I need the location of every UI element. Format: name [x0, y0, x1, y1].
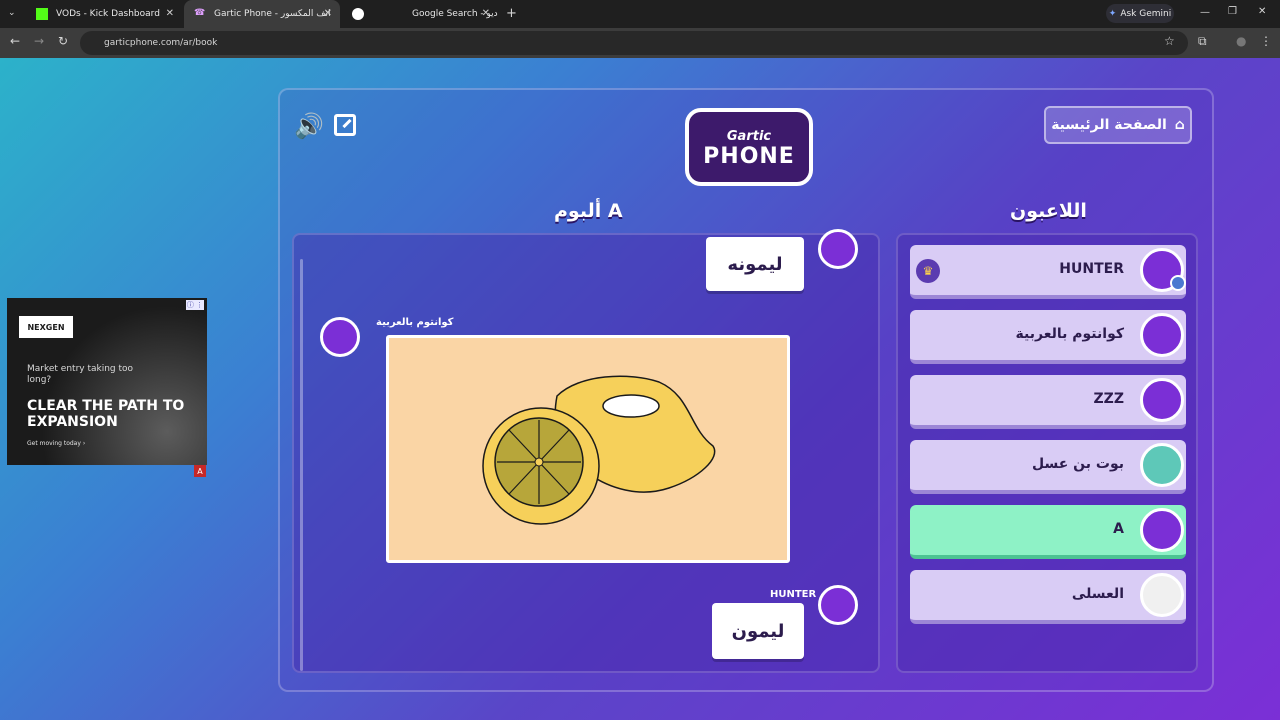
- player-card-active[interactable]: A: [910, 505, 1186, 559]
- reload-icon[interactable]: ↻: [58, 34, 68, 48]
- guess-bubble: ليمون: [712, 603, 804, 659]
- album-scrollbar[interactable]: [300, 259, 303, 671]
- player-card[interactable]: ZZZ: [910, 375, 1186, 429]
- kick-icon: [36, 8, 48, 20]
- google-icon: [352, 8, 364, 20]
- menu-icon[interactable]: ⋮: [1260, 34, 1272, 48]
- avatar: [1140, 508, 1184, 552]
- guess-author: HUNTER: [770, 589, 817, 600]
- home-button[interactable]: الصفحة الرئيسية ⌂: [1044, 106, 1192, 144]
- ad-badge-icon: A: [194, 465, 206, 477]
- tab-gartic[interactable]: ☎ Gartic Phone - الهاتف المكسور ✕: [184, 0, 340, 28]
- drawing-author: كوانتوم بالعربية: [376, 317, 454, 328]
- player-name: بوت بن عسل: [1031, 456, 1124, 472]
- ad-brand-logo: NEXGEN: [19, 316, 73, 338]
- ad-cta[interactable]: Get moving today ›: [27, 440, 85, 447]
- profile-icon[interactable]: ●: [1236, 34, 1246, 48]
- ad-subtitle: Market entry taking too long?: [27, 364, 134, 385]
- avatar: [818, 229, 858, 269]
- logo-bottom-text: PHONE: [703, 144, 795, 169]
- players-panel: ♛ HUNTER كوانتوم بالعربية ZZZ بوت بن عسل…: [896, 233, 1198, 673]
- tab-google[interactable]: Google Search - ديو ✕: [342, 0, 498, 28]
- bookmark-star-icon[interactable]: ☆: [1164, 34, 1175, 48]
- close-icon[interactable]: ✕: [324, 8, 332, 19]
- player-name: العسلى: [1071, 586, 1124, 602]
- home-icon: ⌂: [1174, 117, 1185, 133]
- advertisement[interactable]: NEXGEN Market entry taking too long? CLE…: [7, 298, 207, 477]
- avatar: [1140, 573, 1184, 617]
- crown-icon: ♛: [916, 259, 940, 283]
- player-name: ZZZ: [1093, 391, 1124, 407]
- ask-gemini-label: Ask Gemini: [1120, 8, 1172, 19]
- player-name: HUNTER: [1059, 261, 1124, 277]
- forward-icon[interactable]: →: [34, 34, 44, 48]
- player-name: كوانتوم بالعربية: [1015, 326, 1124, 342]
- players-title: اللاعبون: [1010, 200, 1087, 222]
- avatar: [320, 317, 360, 357]
- ad-headline: CLEAR THE PATH TO EXPANSION: [27, 398, 185, 430]
- album-panel: ليمونه كوانتوم بالعربية HUNTER ليمون: [292, 229, 880, 673]
- tab-title: Gartic Phone - الهاتف المكسور: [214, 9, 330, 19]
- browser-toolbar: ← → ↻ garticphone.com/ar/book ☆ ⧉ ● ⋮: [0, 28, 1280, 58]
- restore-icon[interactable]: ❐: [1228, 6, 1237, 17]
- drawing-canvas: [482, 375, 716, 525]
- gemini-icon: ✦: [1108, 8, 1117, 19]
- minimize-icon[interactable]: —: [1200, 7, 1210, 18]
- gartic-icon: ☎: [194, 8, 206, 18]
- avatar: [1140, 378, 1184, 422]
- ask-gemini-button[interactable]: ✦ Ask Gemini: [1106, 4, 1174, 23]
- close-icon[interactable]: ✕: [482, 8, 490, 19]
- tab-kick[interactable]: VODs - Kick Dashboard ✕: [26, 0, 182, 28]
- back-icon[interactable]: ←: [10, 34, 20, 48]
- player-card[interactable]: بوت بن عسل: [910, 440, 1186, 494]
- tab-bar: ⌄ VODs - Kick Dashboard ✕ ☎ Gartic Phone…: [0, 0, 1280, 28]
- user-badge-icon: [1170, 275, 1186, 291]
- lemon-drawing: [386, 335, 790, 563]
- player-card[interactable]: كوانتوم بالعربية: [910, 310, 1186, 364]
- logo-top-text: Gartic: [726, 129, 772, 144]
- gartic-page: NEXGEN Market entry taking too long? CLE…: [0, 58, 1280, 720]
- fullscreen-icon[interactable]: [334, 114, 356, 136]
- sound-icon[interactable]: 🔊: [294, 112, 324, 140]
- new-tab-button[interactable]: +: [506, 6, 517, 21]
- home-label: الصفحة الرئيسية: [1051, 117, 1167, 133]
- game-frame: 🔊 Gartic PHONE الصفحة الرئيسية ⌂ ألبوم A…: [278, 88, 1214, 692]
- ad-choices-icon[interactable]: ⓘ ⋮: [186, 300, 204, 310]
- player-card[interactable]: العسلى: [910, 570, 1186, 624]
- avatar: [818, 585, 858, 625]
- avatar: [1140, 313, 1184, 357]
- address-bar[interactable]: garticphone.com/ar/book: [80, 31, 1188, 55]
- player-name: A: [1113, 521, 1124, 537]
- extensions-icon[interactable]: ⧉: [1198, 34, 1207, 49]
- album-title: ألبوم A: [554, 200, 623, 222]
- player-card[interactable]: ♛ HUNTER: [910, 245, 1186, 299]
- avatar: [1140, 443, 1184, 487]
- window-close-icon[interactable]: ✕: [1258, 6, 1266, 17]
- url-text: garticphone.com/ar/book: [104, 38, 218, 48]
- tab-title: VODs - Kick Dashboard: [56, 9, 160, 19]
- gartic-phone-logo: Gartic PHONE: [685, 108, 813, 186]
- tab-search-icon[interactable]: ⌄: [8, 8, 16, 18]
- close-icon[interactable]: ✕: [166, 8, 174, 19]
- guess-bubble: ليمونه: [706, 237, 804, 291]
